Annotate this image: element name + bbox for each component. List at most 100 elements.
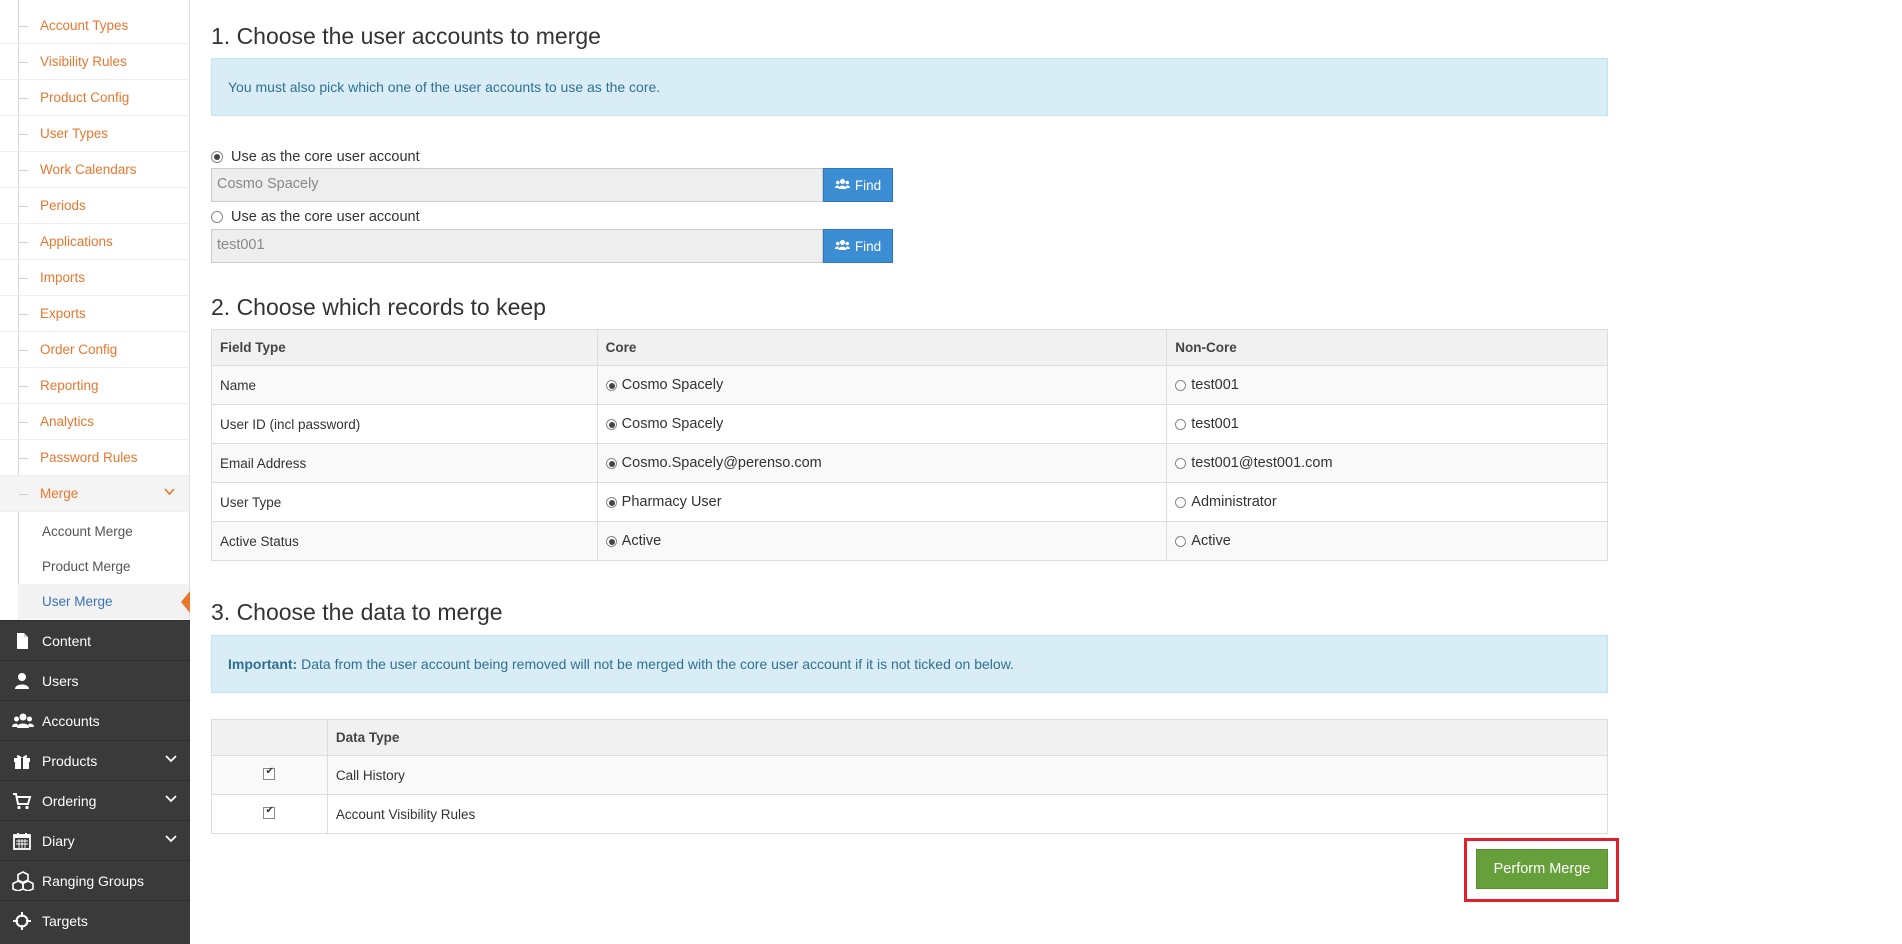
- core-choice[interactable]: Cosmo.Spacely@perenso.com: [605, 455, 1159, 471]
- sidebar-item-account-types[interactable]: Account Types: [0, 8, 189, 44]
- sidebar-item-reporting[interactable]: Reporting: [0, 368, 189, 404]
- sidebar-item-label: Product Config: [40, 90, 130, 105]
- noncore-choice[interactable]: test001: [1175, 416, 1599, 432]
- sidebar-item-order-config[interactable]: Order Config: [0, 332, 189, 368]
- nav-item-label: Diary: [42, 832, 75, 849]
- sidebar-item-account-merge[interactable]: Account Merge: [18, 514, 189, 549]
- sidebar-item-label: Merge: [40, 486, 79, 501]
- noncore-radio[interactable]: [1175, 418, 1187, 430]
- sidebar-item-label: Reporting: [40, 378, 99, 393]
- user-account-field-2[interactable]: test001: [211, 229, 823, 263]
- noncore-value: test001@test001.com: [1191, 455, 1333, 471]
- account-visibility-rules-checkbox[interactable]: [263, 805, 276, 819]
- calendar-icon: [12, 831, 32, 851]
- sidebar-item-user-types[interactable]: User Types: [0, 116, 189, 152]
- find-user-button-2[interactable]: Find: [823, 229, 893, 263]
- alert-text: You must also pick which one of the user…: [228, 79, 661, 95]
- crosshairs-icon: [12, 911, 32, 931]
- file-icon: [12, 631, 32, 651]
- sidebar: Account Types Visibility Rules Product C…: [0, 0, 190, 944]
- core-value: Cosmo Spacely: [621, 377, 724, 393]
- sidebar-item-password-rules[interactable]: Password Rules: [0, 440, 189, 476]
- sidebar-item-product-config[interactable]: Product Config: [0, 80, 189, 116]
- sidebar-item-label: Account Types: [40, 18, 129, 33]
- call-history-checkbox[interactable]: [263, 766, 276, 780]
- users-icon: [834, 239, 850, 254]
- sidebar-item-analytics[interactable]: Analytics: [0, 404, 189, 440]
- nav-item-accounts[interactable]: Accounts: [0, 700, 190, 740]
- core-choice[interactable]: Cosmo Spacely: [605, 377, 1159, 393]
- checkbox-header: [211, 719, 328, 756]
- core-cell: Cosmo.Spacely@perenso.com: [596, 443, 1168, 483]
- noncore-radio[interactable]: [1175, 535, 1187, 547]
- nav-item-ranging-groups[interactable]: Ranging Groups: [0, 860, 190, 900]
- chevron-down-icon: [164, 832, 178, 846]
- core-choice[interactable]: Cosmo Spacely: [605, 416, 1159, 432]
- important-alert: Important: Data from the user account be…: [211, 635, 1608, 693]
- sidebar-item-exports[interactable]: Exports: [0, 296, 189, 332]
- sidebar-item-product-merge[interactable]: Product Merge: [18, 549, 189, 584]
- noncore-choice[interactable]: Active: [1175, 533, 1599, 549]
- nav-item-targets[interactable]: Targets: [0, 900, 190, 940]
- core-choice[interactable]: Active: [605, 533, 1159, 549]
- sidebar-item-applications[interactable]: Applications: [0, 224, 189, 260]
- noncore-choice[interactable]: Administrator: [1175, 494, 1599, 510]
- noncore-choice[interactable]: test001@test001.com: [1175, 455, 1599, 471]
- find-user-button-1[interactable]: Find: [823, 168, 893, 202]
- user-icon: [12, 671, 32, 691]
- table-header-row: Data Type: [211, 719, 1609, 756]
- core-account-radio-1[interactable]: [211, 151, 223, 163]
- field-type-cell: Name: [211, 365, 598, 405]
- main-nav: Content Users Accounts Products Ordering…: [0, 620, 190, 944]
- noncore-radio[interactable]: [1175, 379, 1187, 391]
- core-radio[interactable]: [605, 418, 617, 430]
- perform-merge-button[interactable]: Perform Merge: [1476, 849, 1608, 889]
- nav-item-ordering[interactable]: Ordering: [0, 780, 190, 820]
- active-indicator: [181, 591, 190, 613]
- nav-item-diary[interactable]: Diary: [0, 820, 190, 860]
- perform-merge-highlight: Perform Merge: [1464, 838, 1619, 902]
- noncore-cell: Administrator: [1166, 482, 1608, 522]
- core-radio[interactable]: [605, 457, 617, 469]
- core-radio[interactable]: [605, 379, 617, 391]
- core-radio-row-2[interactable]: Use as the core user account: [211, 209, 420, 225]
- sidebar-item-label: Order Config: [40, 342, 118, 357]
- sidebar-item-label: Work Calendars: [40, 162, 137, 177]
- core-account-radio-2[interactable]: [211, 211, 223, 223]
- core-cell: Cosmo Spacely: [596, 365, 1168, 405]
- chevron-down-icon: [164, 487, 175, 499]
- core-cell: Cosmo Spacely: [596, 404, 1168, 444]
- sidebar-item-imports[interactable]: Imports: [0, 260, 189, 296]
- noncore-choice[interactable]: test001: [1175, 377, 1599, 393]
- nav-item-label: Users: [42, 672, 79, 689]
- sidebar-item-label: Imports: [40, 270, 86, 285]
- core-value: Pharmacy User: [621, 494, 722, 510]
- noncore-radio[interactable]: [1175, 457, 1187, 469]
- table-row: Account Visibility Rules: [211, 794, 1609, 834]
- noncore-radio[interactable]: [1175, 496, 1187, 508]
- sidebar-item-periods[interactable]: Periods: [0, 188, 189, 224]
- core-value: Cosmo Spacely: [621, 416, 724, 432]
- sidebar-item-work-calendars[interactable]: Work Calendars: [0, 152, 189, 188]
- nav-item-users[interactable]: Users: [0, 660, 190, 700]
- core-radio[interactable]: [605, 496, 617, 508]
- column-header: Non-Core: [1166, 329, 1608, 366]
- alert-bold: Important:: [228, 656, 298, 672]
- noncore-value: test001: [1191, 377, 1239, 393]
- sidebar-item-visibility-rules[interactable]: Visibility Rules: [0, 44, 189, 80]
- sidebar-item-label: User Merge: [42, 594, 113, 609]
- nav-item-content[interactable]: Content: [0, 620, 190, 660]
- sidebar-item-user-merge[interactable]: User Merge: [18, 584, 190, 619]
- radio-label: Use as the core user account: [231, 149, 420, 165]
- chevron-down-icon: [164, 752, 178, 766]
- user-account-field-1[interactable]: Cosmo Spacely: [211, 168, 823, 202]
- find-label: Find: [854, 238, 882, 254]
- sidebar-item-merge[interactable]: Merge: [0, 476, 189, 512]
- nav-item-label: Products: [42, 752, 98, 769]
- core-account-info-alert: You must also pick which one of the user…: [211, 58, 1608, 116]
- nav-item-products[interactable]: Products: [0, 740, 190, 780]
- core-radio-row-1[interactable]: Use as the core user account: [211, 149, 420, 165]
- settings-submenu: Account Types Visibility Rules Product C…: [0, 0, 190, 620]
- core-radio[interactable]: [605, 535, 617, 547]
- core-choice[interactable]: Pharmacy User: [605, 494, 1159, 510]
